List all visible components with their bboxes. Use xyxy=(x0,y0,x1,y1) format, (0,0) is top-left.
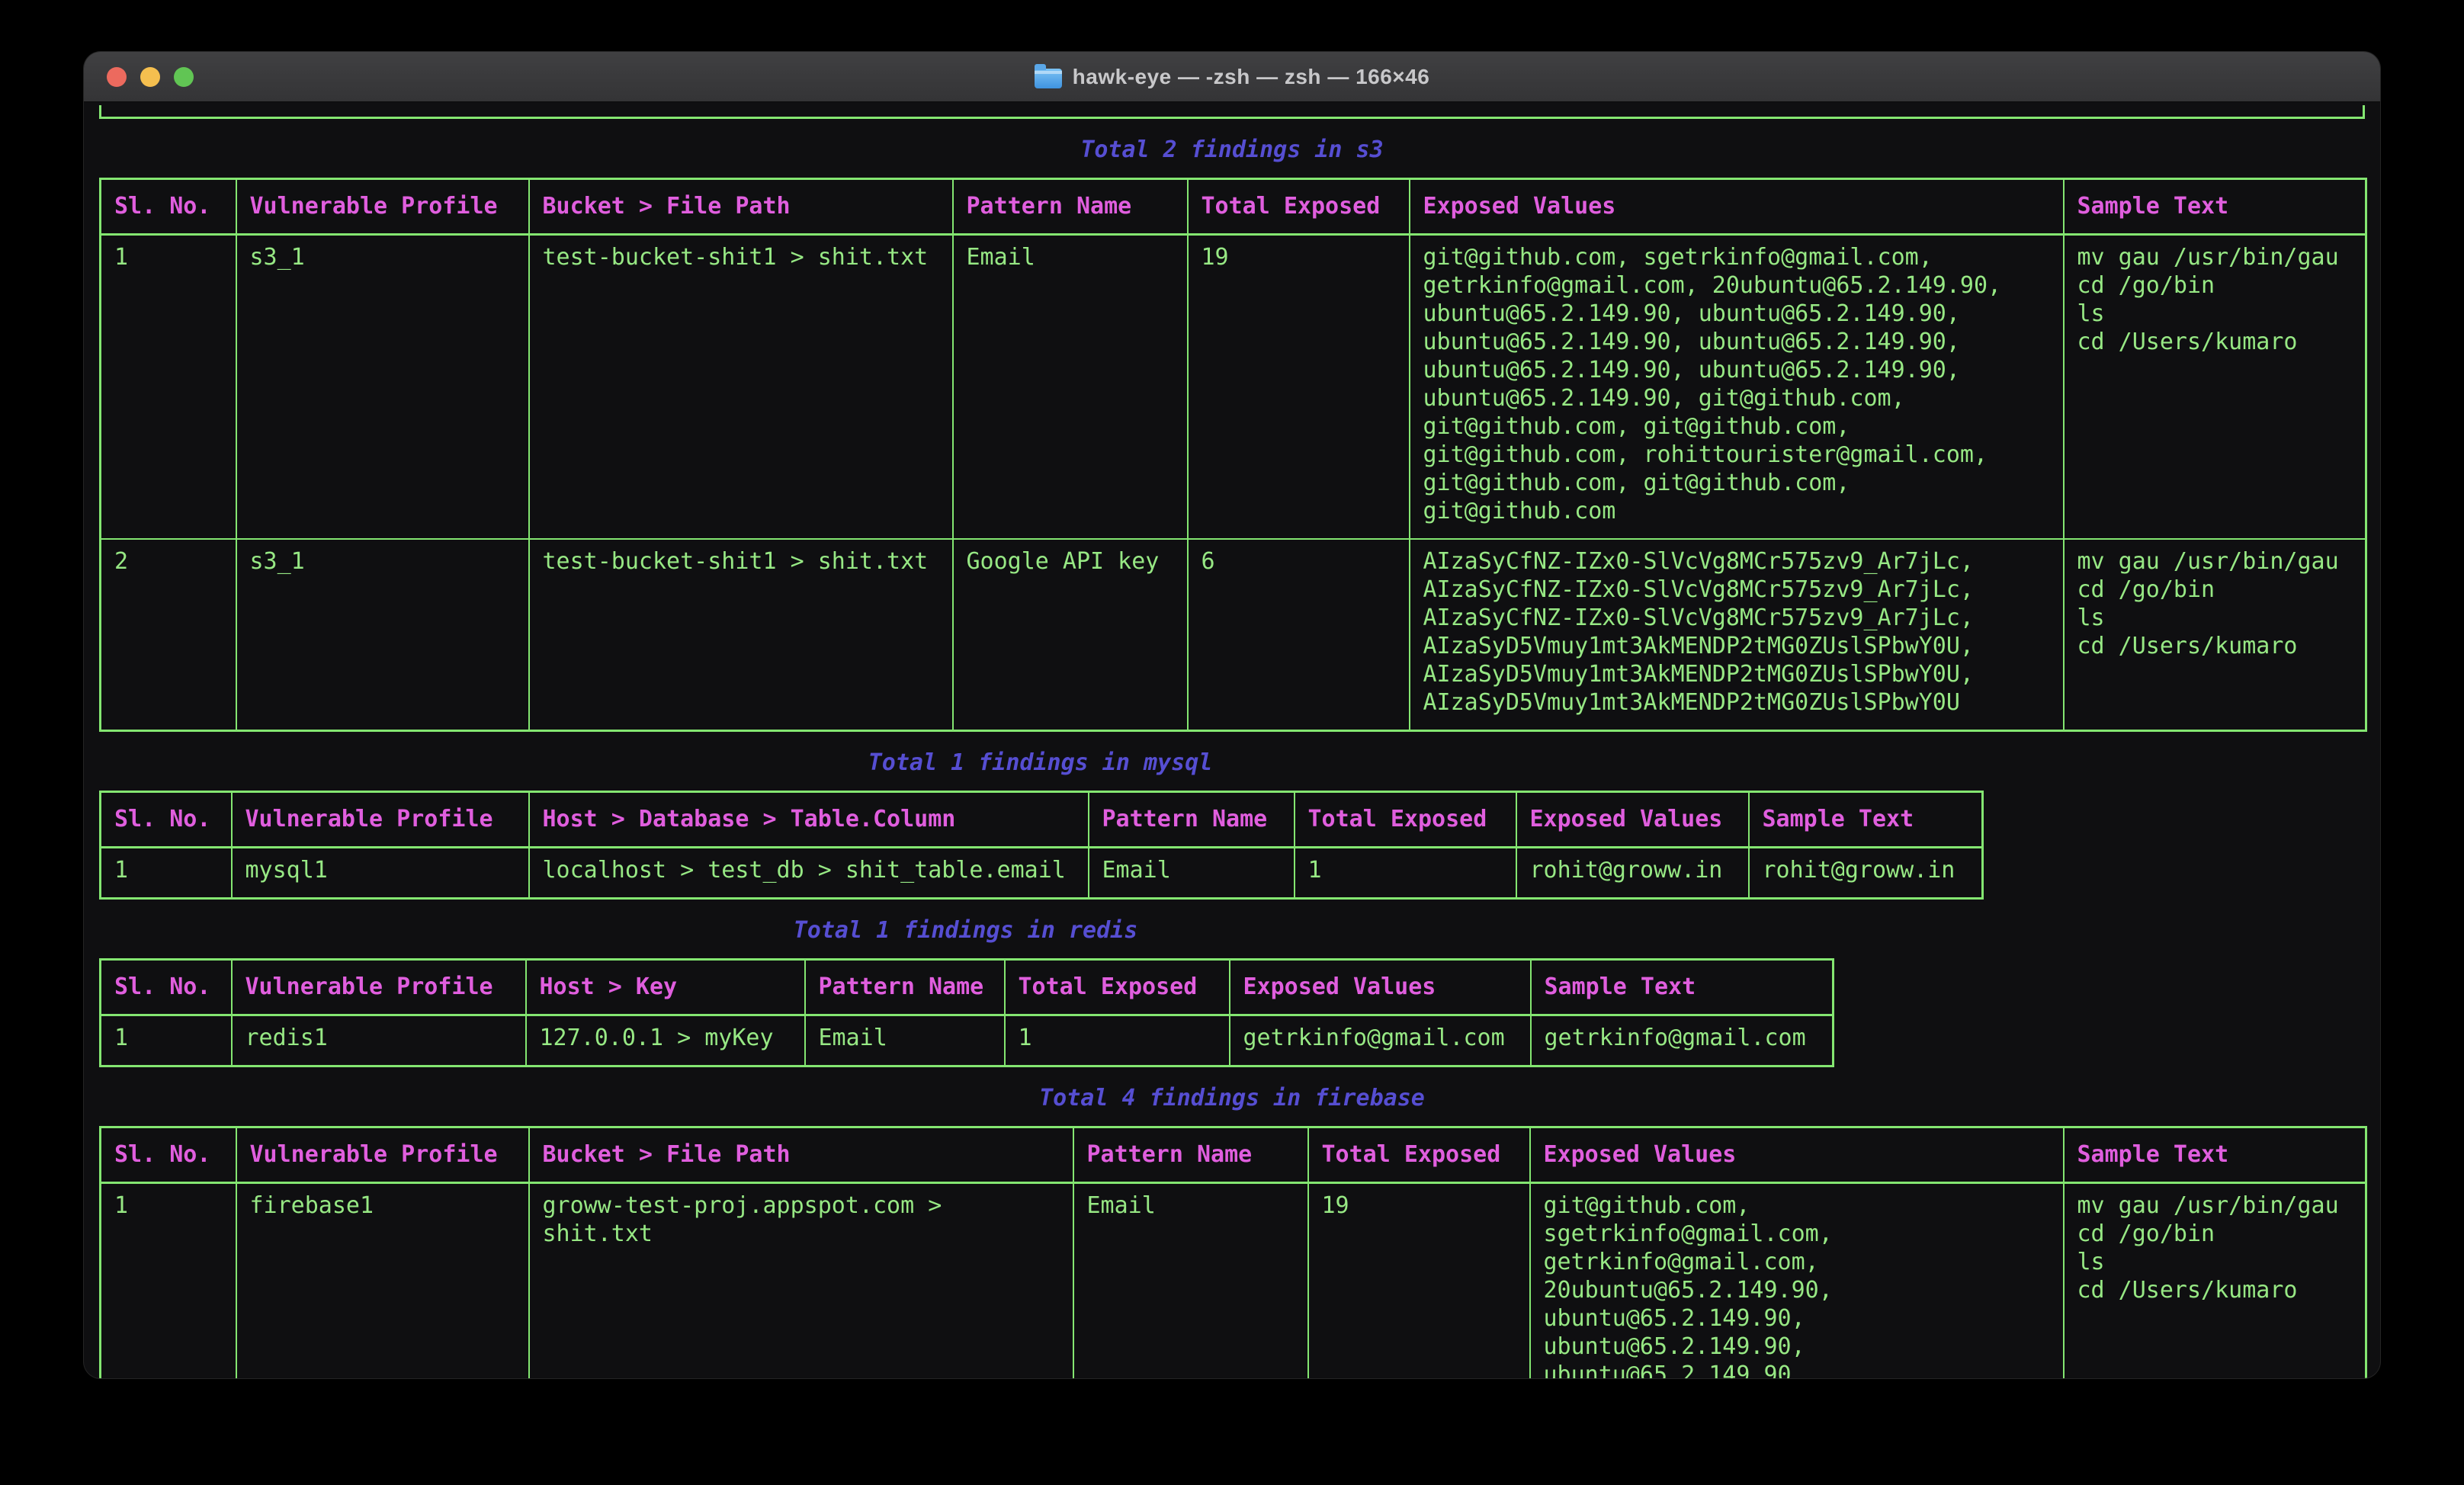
findings-heading-firebase: Total 4 findings in firebase xyxy=(99,1084,2365,1112)
cell-exposed-values: getrkinfo@gmail.com xyxy=(1230,1015,1531,1066)
col-pattern-name: Pattern Name xyxy=(1089,792,1295,848)
cell-pattern-name: Email xyxy=(953,235,1188,540)
col-sample-text: Sample Text xyxy=(1531,960,1834,1015)
traffic-lights xyxy=(107,67,194,87)
cell-total-exposed: 6 xyxy=(1188,539,1410,731)
col-sample-text: Sample Text xyxy=(2064,1127,2366,1183)
col-exposed-values: Exposed Values xyxy=(1516,792,1749,848)
col-sample-text: Sample Text xyxy=(2064,179,2366,235)
cell-bucket-file-path: groww-test-proj.appspot.com > shit.txt xyxy=(529,1183,1073,1379)
cell-vulnerable-profile: s3_1 xyxy=(236,539,529,731)
findings-heading-redis: Total 1 findings in redis xyxy=(99,916,1832,945)
col-total-exposed: Total Exposed xyxy=(1295,792,1516,848)
cell-sl-no: 2 xyxy=(101,539,236,731)
cell-host-database-column: localhost > test_db > shit_table.email xyxy=(529,848,1089,899)
cell-sl-no: 1 xyxy=(101,235,236,540)
table-header-row: Sl. No. Vulnerable Profile Bucket > File… xyxy=(101,179,2366,235)
cell-exposed-values: git@github.com, sgetrkinfo@gmail.com, ge… xyxy=(1410,235,2064,540)
col-vulnerable-profile: Vulnerable Profile xyxy=(236,179,529,235)
cell-vulnerable-profile: redis1 xyxy=(232,1015,526,1066)
cell-vulnerable-profile: mysql1 xyxy=(232,848,529,899)
window-titlebar[interactable]: hawk-eye — -zsh — zsh — 166×46 xyxy=(84,52,2380,102)
cell-pattern-name: Google API key xyxy=(953,539,1188,731)
col-host-database-column: Host > Database > Table.Column xyxy=(529,792,1089,848)
cell-bucket-file-path: test-bucket-shit1 > shit.txt xyxy=(529,539,953,731)
col-exposed-values: Exposed Values xyxy=(1530,1127,2064,1183)
table-header-row: Sl. No. Vulnerable Profile Host > Databa… xyxy=(101,792,1983,848)
col-total-exposed: Total Exposed xyxy=(1188,179,1410,235)
cell-sample-text: mv gau /usr/bin/gau cd /go/bin ls cd /Us… xyxy=(2064,1183,2366,1379)
col-host-key: Host > Key xyxy=(526,960,805,1015)
cell-pattern-name: Email xyxy=(805,1015,1005,1066)
findings-table-mysql: Sl. No. Vulnerable Profile Host > Databa… xyxy=(99,791,1984,900)
col-sl-no: Sl. No. xyxy=(101,1127,236,1183)
cell-pattern-name: Email xyxy=(1073,1183,1308,1379)
col-total-exposed: Total Exposed xyxy=(1005,960,1230,1015)
table-row: 1 firebase1 groww-test-proj.appspot.com … xyxy=(101,1183,2366,1379)
col-sl-no: Sl. No. xyxy=(101,179,236,235)
cell-total-exposed: 19 xyxy=(1188,235,1410,540)
section-redis: Total 1 findings in redis Sl. No. Vulner… xyxy=(99,916,1832,1067)
close-button[interactable] xyxy=(107,67,127,87)
section-mysql: Total 1 findings in mysql Sl. No. Vulner… xyxy=(99,749,1981,900)
cell-exposed-values: rohit@groww.in xyxy=(1516,848,1749,899)
cell-total-exposed: 1 xyxy=(1005,1015,1230,1066)
section-firebase: Total 4 findings in firebase Sl. No. Vul… xyxy=(99,1084,2365,1378)
section-s3: Total 2 findings in s3 Sl. No. Vulnerabl… xyxy=(99,136,2365,732)
minimize-button[interactable] xyxy=(140,67,160,87)
cell-sample-text: mv gau /usr/bin/gau cd /go/bin ls cd /Us… xyxy=(2064,235,2366,540)
cell-vulnerable-profile: s3_1 xyxy=(236,235,529,540)
findings-heading-mysql: Total 1 findings in mysql xyxy=(99,749,1981,777)
col-sl-no: Sl. No. xyxy=(101,960,232,1015)
cell-bucket-file-path: test-bucket-shit1 > shit.txt xyxy=(529,235,953,540)
cell-total-exposed: 1 xyxy=(1295,848,1516,899)
findings-table-s3: Sl. No. Vulnerable Profile Bucket > File… xyxy=(99,178,2367,732)
findings-heading-s3: Total 2 findings in s3 xyxy=(99,136,2365,164)
table-row: 1 s3_1 test-bucket-shit1 > shit.txt Emai… xyxy=(101,235,2366,540)
terminal-output[interactable]: Total 2 findings in s3 Sl. No. Vulnerabl… xyxy=(84,102,2380,1378)
cell-sample-text: mv gau /usr/bin/gau cd /go/bin ls cd /Us… xyxy=(2064,539,2366,731)
col-vulnerable-profile: Vulnerable Profile xyxy=(236,1127,529,1183)
cell-sample-text: rohit@groww.in xyxy=(1749,848,1983,899)
col-bucket-file-path: Bucket > File Path xyxy=(529,1127,1073,1183)
col-vulnerable-profile: Vulnerable Profile xyxy=(232,960,526,1015)
cell-sl-no: 1 xyxy=(101,1183,236,1379)
terminal-window: hawk-eye — -zsh — zsh — 166×46 Total 2 f… xyxy=(84,52,2380,1378)
zoom-button[interactable] xyxy=(174,67,194,87)
cell-pattern-name: Email xyxy=(1089,848,1295,899)
col-pattern-name: Pattern Name xyxy=(805,960,1005,1015)
col-total-exposed: Total Exposed xyxy=(1308,1127,1530,1183)
col-bucket-file-path: Bucket > File Path xyxy=(529,179,953,235)
cell-total-exposed: 19 xyxy=(1308,1183,1530,1379)
table-row: 2 s3_1 test-bucket-shit1 > shit.txt Goog… xyxy=(101,539,2366,731)
table-row: 1 mysql1 localhost > test_db > shit_tabl… xyxy=(101,848,1983,899)
col-exposed-values: Exposed Values xyxy=(1230,960,1531,1015)
folder-icon xyxy=(1035,69,1062,88)
cell-exposed-values: AIzaSyCfNZ-IZx0-SlVcVg8MCr575zv9_Ar7jLc,… xyxy=(1410,539,2064,731)
col-vulnerable-profile: Vulnerable Profile xyxy=(232,792,529,848)
table-header-row: Sl. No. Vulnerable Profile Host > Key Pa… xyxy=(101,960,1834,1015)
cell-sl-no: 1 xyxy=(101,848,232,899)
col-pattern-name: Pattern Name xyxy=(1073,1127,1308,1183)
col-exposed-values: Exposed Values xyxy=(1410,179,2064,235)
previous-table-bottom-edge xyxy=(99,105,2365,119)
findings-table-redis: Sl. No. Vulnerable Profile Host > Key Pa… xyxy=(99,958,1834,1067)
col-sample-text: Sample Text xyxy=(1749,792,1983,848)
cell-exposed-values: git@github.com, sgetrkinfo@gmail.com, ge… xyxy=(1530,1183,2064,1379)
cell-host-key: 127.0.0.1 > myKey xyxy=(526,1015,805,1066)
col-sl-no: Sl. No. xyxy=(101,792,232,848)
cell-vulnerable-profile: firebase1 xyxy=(236,1183,529,1379)
cell-sample-text: getrkinfo@gmail.com xyxy=(1531,1015,1834,1066)
cell-sl-no: 1 xyxy=(101,1015,232,1066)
findings-table-firebase: Sl. No. Vulnerable Profile Bucket > File… xyxy=(99,1126,2367,1378)
window-title-group: hawk-eye — -zsh — zsh — 166×46 xyxy=(1035,65,1430,89)
table-header-row: Sl. No. Vulnerable Profile Bucket > File… xyxy=(101,1127,2366,1183)
col-pattern-name: Pattern Name xyxy=(953,179,1188,235)
table-row: 1 redis1 127.0.0.1 > myKey Email 1 getrk… xyxy=(101,1015,1834,1066)
window-title: hawk-eye — -zsh — zsh — 166×46 xyxy=(1073,65,1430,89)
